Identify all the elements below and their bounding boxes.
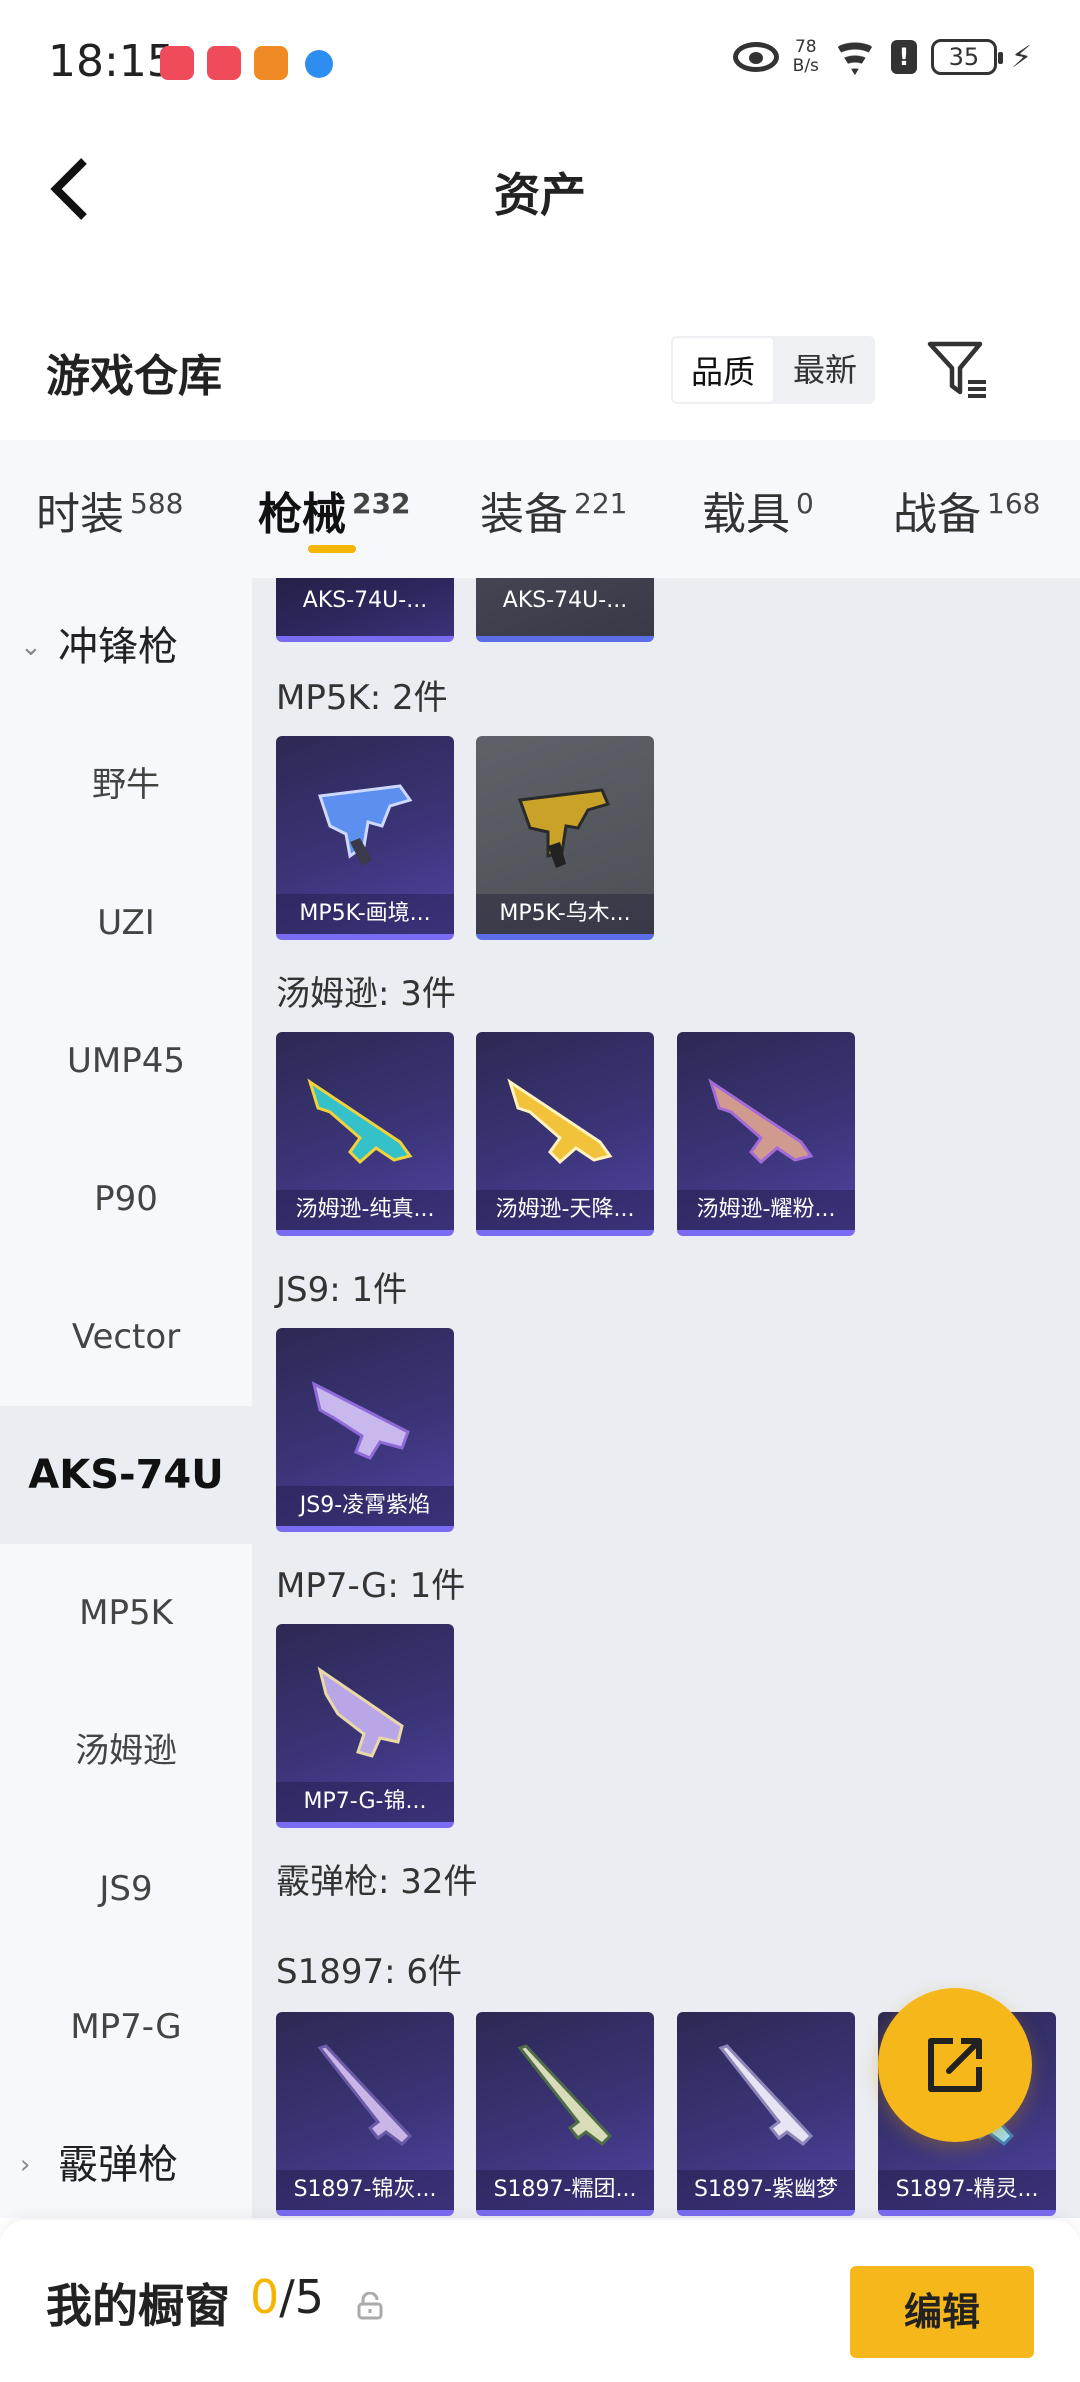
nav-item-aks74u[interactable]: AKS-74U [0, 1406, 252, 1544]
warehouse-title: 游戏仓库 [46, 351, 222, 402]
section-label: JS9: 1件 [276, 1270, 408, 1310]
smg-skin-icon [708, 1078, 814, 1165]
alert-icon: ! [890, 40, 917, 74]
edit-button[interactable]: 编辑 [850, 2266, 1034, 2358]
tab-supplies[interactable]: 战备 168 [893, 478, 1040, 542]
status-time: 18:15 [48, 36, 175, 87]
nav-item-uzi[interactable]: UZI [0, 854, 252, 992]
weapon-card[interactable]: MP7-G-锦... [276, 1624, 454, 1828]
app-notification-icon [207, 46, 241, 80]
weapon-card[interactable]: S1897-糯团... [476, 2012, 654, 2216]
active-tab-indicator [308, 545, 356, 553]
share-external-icon [928, 2038, 982, 2092]
network-speed: 78 B/s [792, 37, 819, 76]
section-label: 霰弹枪: 32件 [276, 1862, 478, 1902]
sort-toggle: 品质 最新 [671, 336, 875, 404]
nav-group-shotgun[interactable]: › 霰弹枪 [0, 2096, 252, 2234]
section-label: MP7-G: 1件 [276, 1566, 466, 1606]
showcase-label: 我的橱窗 [46, 2279, 230, 2333]
weapon-name: S1897-糯团... [476, 2170, 654, 2210]
nav-item-p90[interactable]: P90 [0, 1130, 252, 1268]
nav-item-bizon[interactable]: 野牛 [0, 716, 252, 854]
tab-vehicles[interactable]: 载具 0 [702, 478, 814, 542]
browser-app-icon [305, 50, 333, 78]
showcase-bar: 我的橱窗 0/5 编辑 [0, 2220, 1080, 2382]
nav-item-ump45[interactable]: UMP45 [0, 992, 252, 1130]
status-bar: 18:15 78 B/s ! 35 ⚡︎ [0, 0, 1080, 125]
weapon-card[interactable]: MP5K-画境... [276, 736, 454, 940]
section-label: S1897: 6件 [276, 1952, 463, 1992]
weapon-card[interactable]: S1897-紫幽梦 [677, 2012, 855, 2216]
weapon-name: 汤姆逊-天降... [476, 1190, 654, 1230]
smg-skin-icon [307, 1078, 413, 1165]
smg-skin-icon [517, 788, 611, 868]
nav-item-vector[interactable]: Vector [0, 1268, 252, 1406]
eye-icon [732, 42, 779, 72]
tab-firearms[interactable]: 枪械 232 [258, 478, 410, 542]
weapon-name: S1897-紫幽梦 [677, 2170, 855, 2210]
weapon-card[interactable]: AKS-74U-... [276, 578, 454, 642]
shotgun-skin-icon [517, 2044, 613, 2146]
weapon-grid: AKS-74U-... AKS-74U-... MP5K: 2件 MP5K-画境… [252, 578, 1080, 2218]
smg-skin-icon [311, 1381, 410, 1460]
weapon-card[interactable]: 汤姆逊-纯真... [276, 1032, 454, 1236]
page-title: 资产 [494, 168, 586, 222]
share-fab-button[interactable] [878, 1988, 1032, 2142]
weapon-type-nav: ⌄ 冲锋枪 野牛 UZI UMP45 P90 Vector AKS-74U MP… [0, 578, 252, 2218]
weapon-card[interactable]: MP5K-乌木... [476, 736, 654, 940]
smg-skin-icon [507, 1078, 613, 1165]
smg-skin-icon [317, 784, 413, 866]
sort-option-quality[interactable]: 品质 [671, 336, 775, 404]
weapon-name: S1897-精灵... [878, 2170, 1056, 2210]
app-notification-icon [160, 46, 194, 80]
weapon-name: JS9-凌霄紫焰 [276, 1486, 454, 1526]
weapon-name: AKS-74U-... [276, 578, 454, 636]
chevron-down-icon: ⌄ [20, 632, 42, 662]
weapon-name: 汤姆逊-纯真... [276, 1190, 454, 1230]
battery-icon: 35 [930, 39, 1003, 75]
sort-option-latest[interactable]: 最新 [775, 336, 875, 404]
app-header: 资产 [0, 125, 1080, 255]
tab-fashion[interactable]: 时装 588 [36, 478, 183, 542]
charging-icon: ⚡︎ [1010, 39, 1032, 75]
shotgun-skin-icon [317, 2044, 413, 2146]
chevron-right-icon: › [20, 2150, 31, 2180]
category-tabs: 时装 588 枪械 232 装备 221 载具 0 战备 168 [0, 440, 1080, 578]
nav-item-thompson[interactable]: 汤姆逊 [0, 1682, 252, 1820]
tab-equipment[interactable]: 装备 221 [480, 478, 627, 542]
nav-item-mp7g[interactable]: MP7-G [0, 1958, 252, 2096]
lock-icon [357, 2292, 383, 2320]
section-label: MP5K: 2件 [276, 678, 448, 718]
weapon-card[interactable]: 汤姆逊-耀粉... [677, 1032, 855, 1236]
weapon-name: 汤姆逊-耀粉... [677, 1190, 855, 1230]
nav-item-js9[interactable]: JS9 [0, 1820, 252, 1958]
weapon-name: MP5K-乌木... [476, 894, 654, 934]
nav-item-mp5k[interactable]: MP5K [0, 1544, 252, 1682]
filter-icon [927, 341, 986, 398]
nav-group-smg[interactable]: ⌄ 冲锋枪 [0, 578, 252, 716]
weapon-name: AKS-74U-... [476, 578, 654, 636]
showcase-count: 0/5 [250, 2270, 325, 2324]
weapon-name: MP7-G-锦... [276, 1782, 454, 1822]
section-label: 汤姆逊: 3件 [276, 974, 456, 1014]
smg-skin-icon [317, 1666, 404, 1758]
wifi-icon [833, 39, 877, 75]
weapon-name: MP5K-画境... [276, 894, 454, 934]
weapon-card[interactable]: JS9-凌霄紫焰 [276, 1328, 454, 1532]
weapon-card[interactable]: 汤姆逊-天降... [476, 1032, 654, 1236]
weapon-name: S1897-锦灰... [276, 2170, 454, 2210]
weapon-card[interactable]: AKS-74U-... [476, 578, 654, 642]
shotgun-skin-icon [718, 2044, 814, 2146]
game-app-icon [254, 46, 288, 80]
weapon-card[interactable]: S1897-锦灰... [276, 2012, 454, 2216]
filter-button[interactable] [926, 338, 990, 400]
